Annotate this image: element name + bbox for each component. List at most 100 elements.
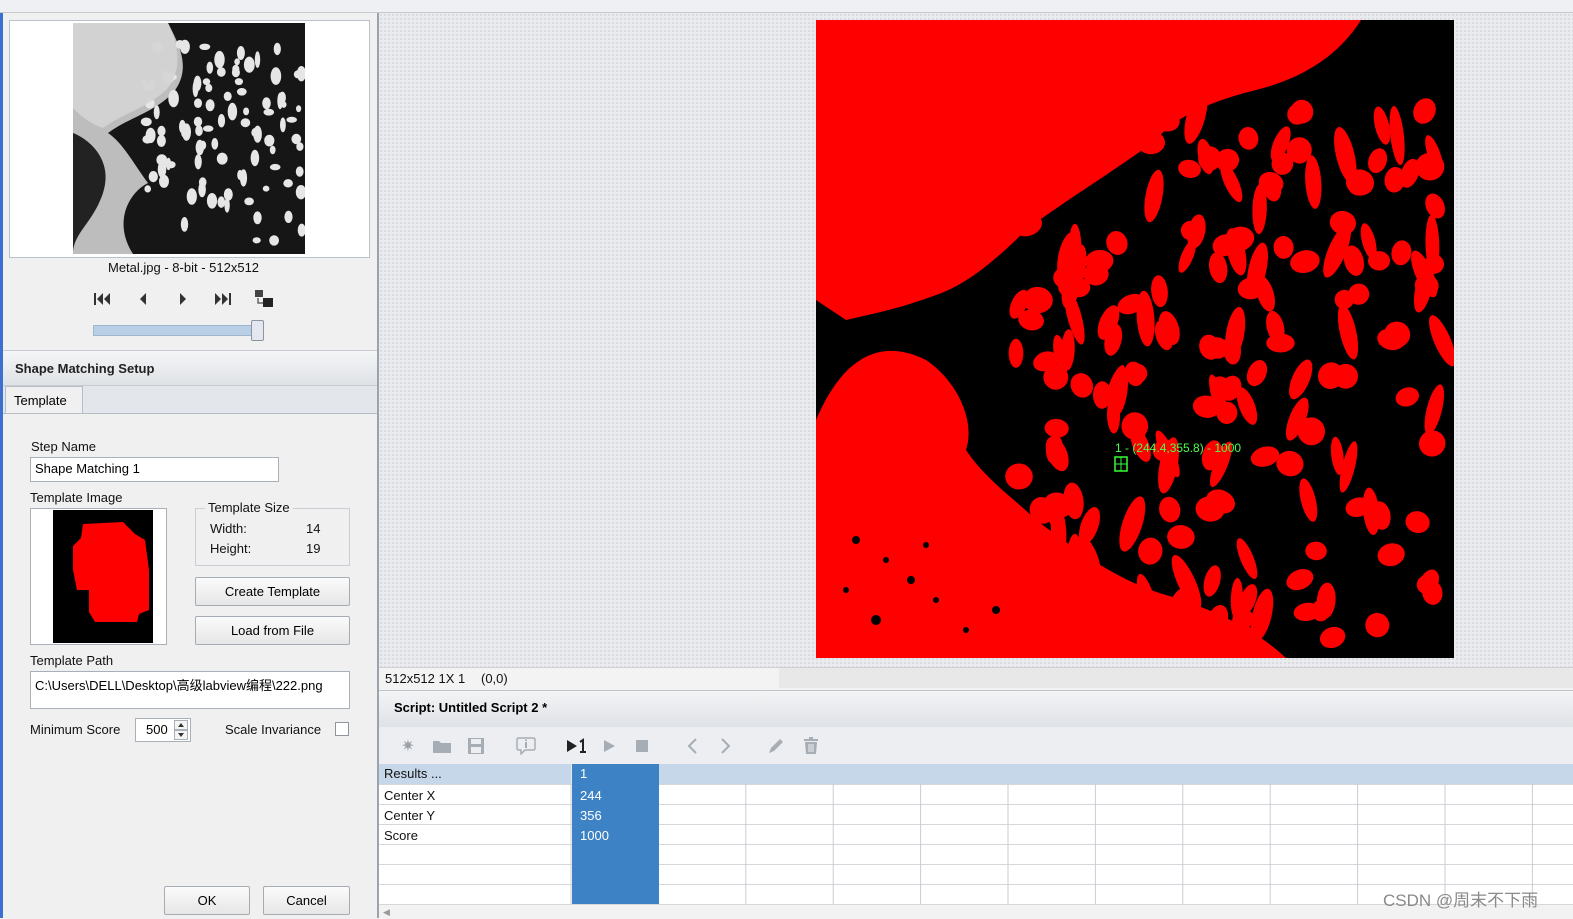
thumbnail-blob	[239, 169, 248, 187]
info-icon	[516, 737, 536, 755]
column-header-strip	[659, 764, 1573, 784]
thumbnail-blob	[217, 114, 226, 128]
thumbnail-blob	[280, 117, 286, 133]
edit-step-button[interactable]	[765, 735, 787, 757]
next-frame-button[interactable]	[171, 288, 195, 310]
thumbnail-blob	[153, 105, 160, 120]
last-frame-icon	[215, 293, 231, 305]
stop-icon	[636, 740, 648, 752]
thumbnail-blob	[186, 188, 197, 205]
result-value-score[interactable]: 1000	[580, 828, 609, 843]
previous-frame-button[interactable]	[131, 288, 155, 310]
thumbnail-blob	[211, 138, 219, 150]
thumbnail-blob	[203, 125, 214, 132]
thumbnail-blob	[144, 185, 151, 193]
run-button[interactable]	[598, 735, 620, 757]
browse-images-button[interactable]	[252, 288, 276, 310]
match-label: 1 - (244.4,355.8) - 1000	[1115, 441, 1242, 455]
thumbnail-blob	[195, 139, 204, 156]
thumbnail-blob	[194, 98, 202, 108]
cursor-coordinates: (0,0)	[481, 671, 508, 686]
step-name-label: Step Name	[31, 439, 97, 454]
delete-step-button[interactable]	[800, 735, 822, 757]
thumbnail-blob	[140, 117, 152, 127]
tab-template[interactable]: Template	[5, 386, 83, 413]
template-path-field[interactable]: C:\Users\DELL\Desktop\高级labview编程\222.pn…	[30, 671, 350, 709]
previous-frame-icon	[140, 293, 146, 305]
thumbnail-blob	[205, 99, 215, 112]
create-template-button[interactable]: Create Template	[195, 577, 350, 606]
spinner-arrows-icon	[174, 720, 188, 740]
step-name-input[interactable]: Shape Matching 1	[30, 457, 279, 482]
thumbnail-blob	[232, 64, 240, 74]
thumbnail-blob	[156, 134, 166, 147]
thumbnail-blob	[296, 105, 302, 113]
first-frame-button[interactable]	[90, 288, 114, 310]
last-frame-button[interactable]	[211, 288, 235, 310]
thumbnail-blob	[295, 166, 304, 177]
thumbnail-blob	[291, 133, 302, 145]
thumbnail-blob	[216, 152, 228, 165]
thumbnail-blob	[199, 43, 211, 50]
width-label: Width:	[210, 521, 247, 536]
thumbnail-blob	[269, 145, 276, 155]
watermark: CSDN @周末不下雨	[1383, 891, 1539, 910]
template-path-label: Template Path	[30, 653, 114, 668]
frame-slider-track[interactable]	[93, 325, 261, 336]
thumbnail-blob	[202, 78, 211, 86]
thumbnail-blob	[193, 116, 203, 127]
thumbnail-blob	[269, 235, 279, 246]
save-script-button[interactable]	[465, 735, 487, 757]
thumbnail-blob	[253, 211, 262, 225]
thumbnail-blob	[182, 123, 191, 141]
result-value-center-x[interactable]: 244	[580, 788, 602, 803]
thumbnail-blob	[269, 163, 281, 171]
thumbnail-blob	[148, 171, 158, 183]
template-size-group	[195, 508, 350, 566]
script-info-button[interactable]	[515, 735, 537, 757]
cancel-button[interactable]: Cancel	[263, 886, 350, 915]
stop-button[interactable]	[631, 735, 653, 757]
minimum-score-stepper[interactable]	[174, 720, 188, 740]
ok-button[interactable]: OK	[164, 886, 250, 915]
results-grid[interactable]: Results ... 1 Center X 244 Center Y 356 …	[379, 764, 1573, 904]
result-value-center-y[interactable]: 356	[580, 808, 602, 823]
script-title: Script: Untitled Script 2 *	[394, 700, 548, 715]
thumbnail-blob	[243, 56, 255, 73]
next-step-button[interactable]	[715, 735, 737, 757]
open-script-button[interactable]	[431, 735, 453, 757]
thumbnail-blob	[227, 102, 238, 121]
load-from-file-button[interactable]: Load from File	[195, 616, 350, 645]
new-script-button[interactable]: ✷	[397, 735, 419, 757]
scroll-left-icon[interactable]: ◀	[383, 907, 390, 918]
save-icon	[468, 738, 484, 754]
thumbnail-blob	[195, 125, 203, 137]
next-frame-icon	[180, 293, 186, 305]
thumbnail-image[interactable]	[73, 23, 305, 254]
row-label-center-y: Center Y	[384, 808, 436, 823]
template-image-frame	[30, 508, 167, 645]
top-toolbar-strip	[0, 0, 1573, 13]
open-icon	[433, 741, 451, 753]
thumbnail-blob	[284, 210, 293, 223]
thumbnail-blob	[206, 61, 214, 74]
column-header-1[interactable]: 1	[580, 766, 587, 781]
thumbnail-caption: Metal.jpg - 8-bit - 512x512	[108, 260, 260, 275]
binary-result-image[interactable]	[816, 20, 1454, 658]
run-once-button[interactable]	[565, 735, 589, 757]
thumbnail-blob	[168, 89, 179, 108]
thumbnail-blob	[180, 217, 189, 232]
thumbnail-blob	[254, 51, 261, 68]
thumbnail-blob	[159, 174, 169, 188]
template-image-label: Template Image	[30, 490, 123, 505]
minimum-score-value: 500	[146, 722, 168, 737]
thumbnail-blob	[217, 196, 226, 208]
thumbnail-blob	[145, 127, 156, 144]
previous-step-button[interactable]	[681, 735, 703, 757]
template-image	[53, 510, 153, 643]
row-label-score: Score	[384, 828, 418, 843]
scale-invariance-checkbox[interactable]	[335, 722, 349, 736]
thumbnail-blob	[234, 58, 240, 66]
thumbnail-blob	[234, 78, 243, 86]
frame-slider-thumb[interactable]	[251, 320, 264, 341]
